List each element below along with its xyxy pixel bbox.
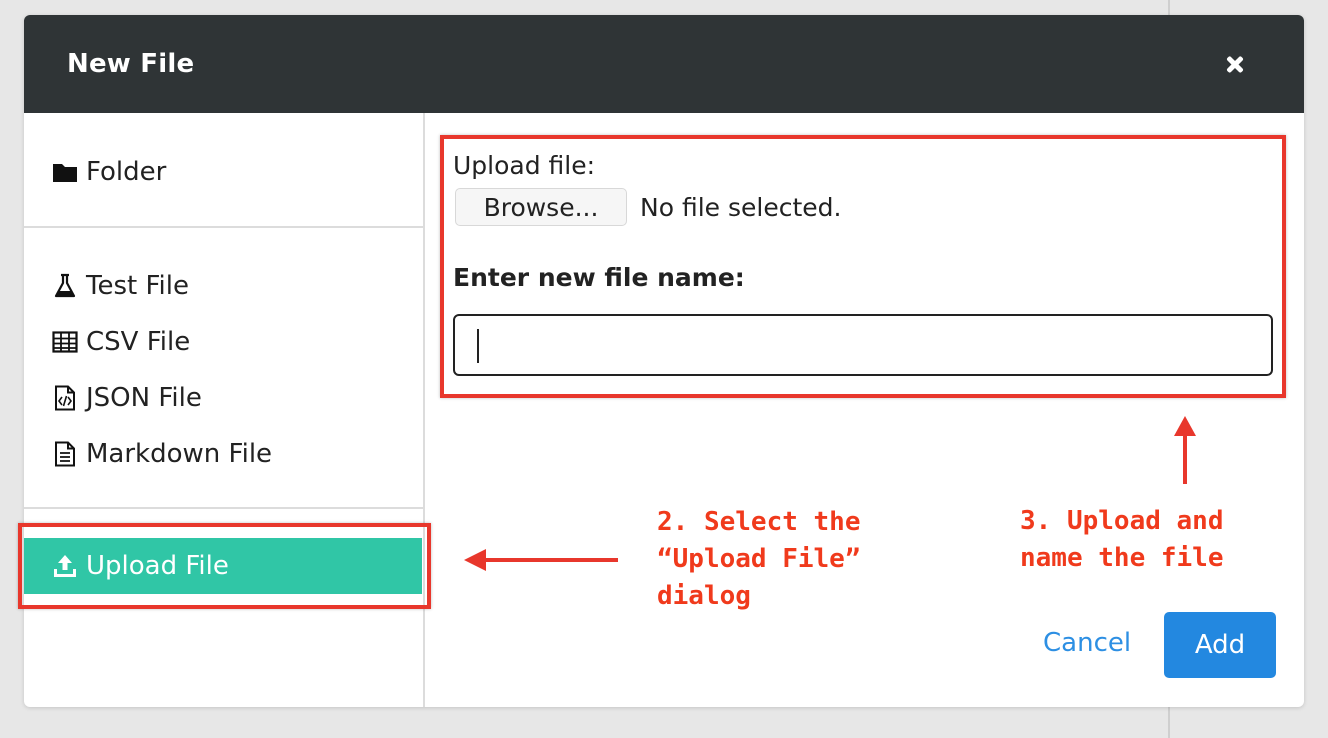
highlight-upload-form	[440, 135, 1286, 398]
sidebar-item-csv-file[interactable]: CSV File	[52, 322, 190, 362]
sidebar-item-label: JSON File	[86, 383, 202, 413]
sidebar-item-folder[interactable]: Folder	[52, 152, 166, 192]
close-icon[interactable]	[1220, 49, 1250, 79]
cancel-button[interactable]: Cancel	[1043, 628, 1131, 658]
dialog-header: New File	[24, 15, 1304, 113]
sidebar-item-label: Folder	[86, 157, 167, 187]
dialog-title: New File	[67, 49, 195, 79]
sidebar-item-label: Test File	[86, 271, 189, 301]
arrow-left-icon	[464, 549, 618, 571]
document-icon	[52, 441, 78, 467]
sidebar-divider	[24, 226, 423, 228]
sidebar-divider	[24, 507, 423, 509]
step-2-annotation: 2. Select the “Upload File” dialog	[657, 507, 861, 611]
sidebar-item-label: CSV File	[86, 327, 191, 357]
arrow-up-icon	[1174, 416, 1196, 484]
sidebar-item-markdown-file[interactable]: Markdown File	[52, 434, 272, 474]
file-type-sidebar: Folder Test File CSV File JSON File Mark…	[24, 113, 425, 707]
table-icon	[52, 329, 78, 355]
sidebar-item-json-file[interactable]: JSON File	[52, 378, 202, 418]
code-file-icon	[52, 385, 78, 411]
add-button[interactable]: Add	[1164, 612, 1276, 678]
flask-icon	[52, 273, 78, 299]
step-3-annotation: 3. Upload and name the file	[1020, 506, 1224, 573]
highlight-upload-file-item	[18, 523, 431, 609]
folder-icon	[52, 159, 78, 185]
sidebar-item-label: Markdown File	[86, 439, 273, 469]
sidebar-item-test-file[interactable]: Test File	[52, 266, 189, 306]
